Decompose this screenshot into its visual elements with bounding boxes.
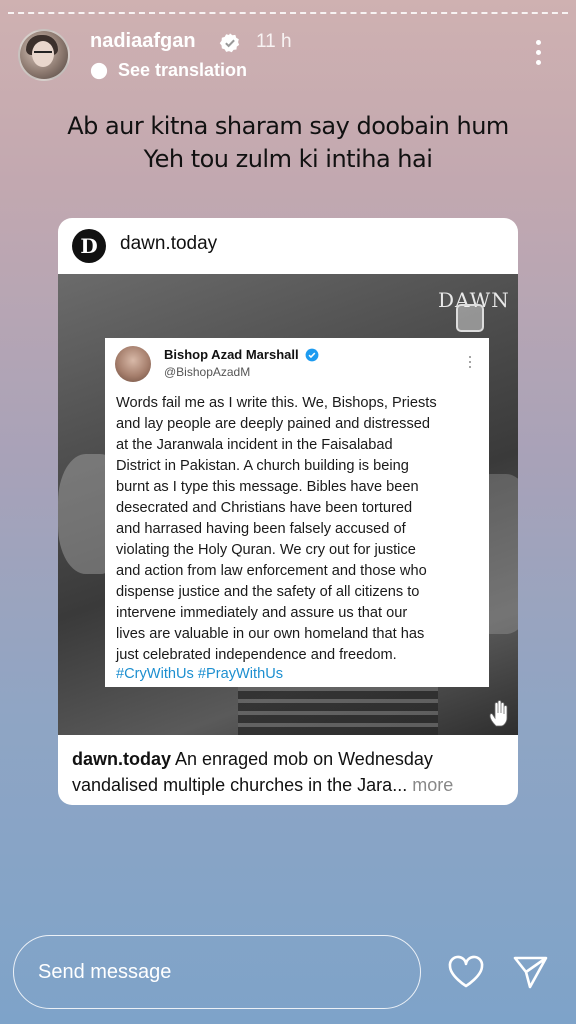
post-image: DAWN Bishop Azad Marshall @BishopAzadM W… — [58, 274, 518, 735]
dawn-logo-icon: D — [72, 229, 106, 263]
tweet-line: and harrased having been falsely accused… — [116, 521, 406, 537]
caption-author: dawn.today — [72, 749, 172, 769]
caption-text-2: vandalised multiple churches in the Jara — [72, 775, 393, 795]
tweet-author-avatar — [115, 346, 151, 382]
more-options-icon[interactable] — [528, 40, 548, 68]
story-caption-line-2: Yeh tou zulm ki intiha hai — [143, 145, 433, 173]
see-translation-link[interactable]: See translation — [118, 60, 247, 81]
tweet-verified-icon — [305, 348, 319, 362]
tweet-line: and lay people are deeply pained and dis… — [116, 416, 430, 432]
tweet-body: Words fail me as I write this. We, Bisho… — [116, 393, 482, 666]
tweet-line: just celebrated independence and freedom… — [116, 647, 397, 663]
send-icon[interactable] — [511, 953, 549, 991]
tweet-line: lives are valuable in our own homeland t… — [116, 626, 425, 642]
story-caption-line-1: Ab aur kitna sharam say doobain hum — [67, 112, 509, 140]
caption-more-link[interactable]: more — [407, 775, 453, 795]
message-placeholder: Send message — [38, 961, 172, 983]
tweet-line: violating the Holy Quran. We cry out for… — [116, 542, 416, 558]
tweet-line: District in Pakistan. A church building … — [116, 458, 409, 474]
caption-text-1: An enraged mob on Wednesday — [171, 749, 433, 769]
tweet-line: at the Jaranwala incident in the Faisala… — [116, 437, 393, 453]
tweet-line: Words fail me as I write this. We, Bisho… — [116, 395, 437, 411]
tweet-author-name: Bishop Azad Marshall — [164, 347, 299, 362]
tweet-author-handle: @BishopAzadM — [164, 365, 251, 379]
tweet-line: burnt as I type this message. Bibles hav… — [116, 479, 419, 495]
caption-ellipsis: ... — [392, 775, 408, 795]
tweet-hashtags: #CryWithUs #PrayWithUs — [116, 666, 284, 682]
translate-icon — [90, 62, 108, 80]
tweet-line: intervene immediately and assure us that… — [116, 605, 408, 621]
shared-post-card[interactable]: D dawn.today DAWN Bishop Azad Marshall @… — [58, 218, 518, 805]
dawn-watermark-square-icon — [456, 304, 484, 332]
verified-badge-icon — [219, 33, 240, 53]
shared-post-caption[interactable]: dawn.today An enraged mob on Wednesday v… — [72, 746, 508, 798]
tweet-screenshot: Bishop Azad Marshall @BishopAzadM Words … — [105, 338, 489, 687]
hand-icon — [489, 700, 508, 727]
avatar[interactable] — [18, 29, 70, 81]
heart-icon[interactable] — [447, 955, 485, 989]
shared-post-source[interactable]: dawn.today — [120, 233, 217, 255]
tweet-line: desecrated and Christians have been tort… — [116, 500, 413, 516]
story-progress-bar — [8, 12, 568, 14]
username[interactable]: nadiaafgan — [90, 30, 196, 53]
tweet-more-icon — [468, 356, 472, 370]
post-time: 11 h — [256, 31, 292, 52]
tweet-line: and action from law enforcement and thos… — [116, 563, 427, 579]
tweet-line: dispense justice and the safety of all c… — [116, 584, 420, 600]
